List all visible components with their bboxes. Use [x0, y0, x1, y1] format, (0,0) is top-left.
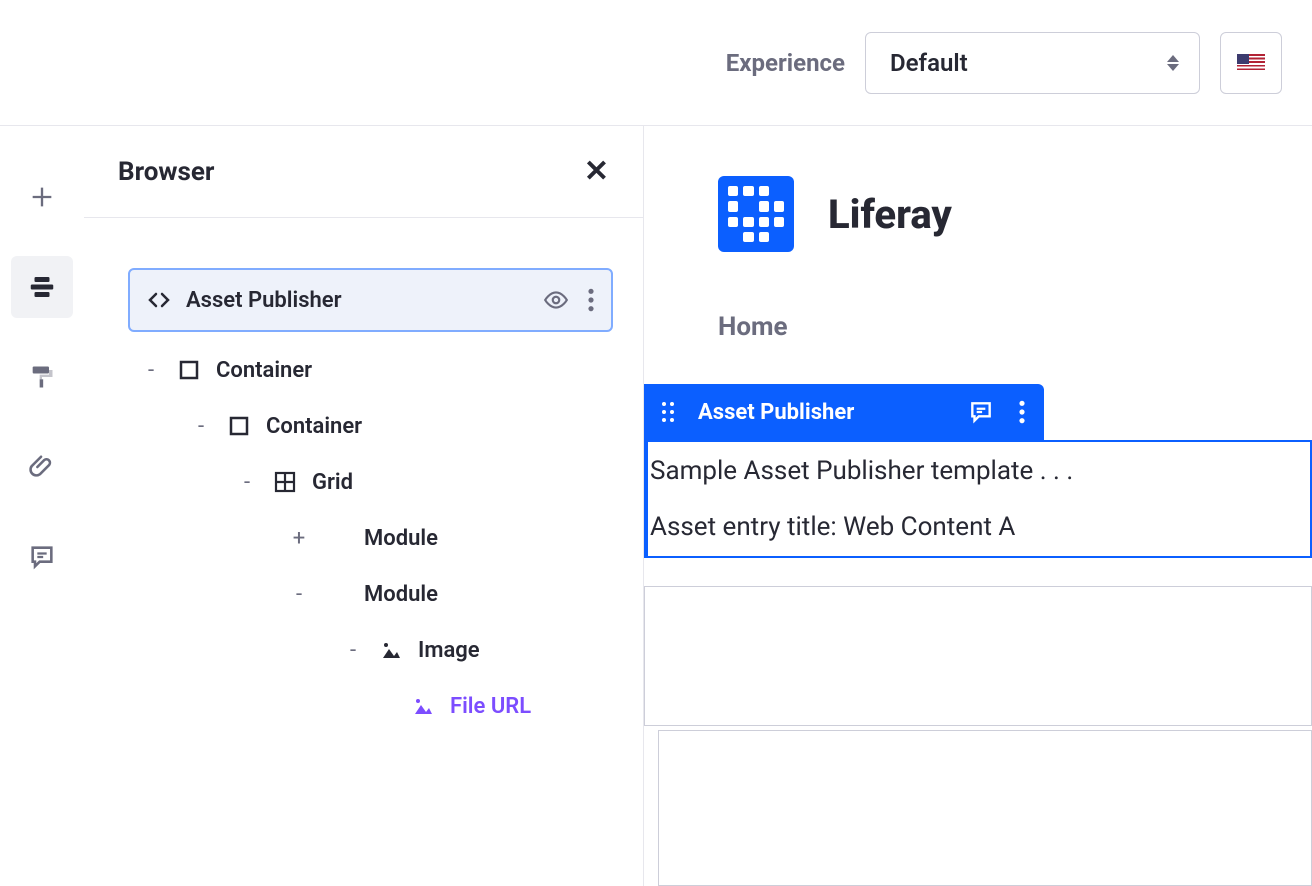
tree-label: Container [266, 414, 601, 439]
tree-item-module-1[interactable]: + Module [276, 510, 613, 566]
tree-label: Asset Publisher [186, 288, 529, 313]
collapse-toggle[interactable]: - [288, 582, 310, 607]
collapse-toggle[interactable]: - [190, 414, 212, 439]
tree-label: Container [216, 358, 601, 383]
eye-icon[interactable] [543, 287, 569, 313]
square-icon [176, 358, 202, 382]
tree-label: File URL [450, 694, 601, 719]
widget-toolbar: Asset Publisher [644, 384, 1044, 440]
experience-label: Experience [726, 49, 845, 77]
page-canvas: Liferay Home Asset Publisher Sample Asse… [644, 126, 1312, 886]
expand-toggle[interactable]: + [288, 526, 310, 551]
rail-comments[interactable] [11, 526, 73, 588]
brand-name: Liferay [828, 191, 952, 238]
tree-label: Grid [312, 470, 601, 495]
us-flag-icon [1237, 54, 1265, 72]
image-icon [378, 638, 404, 662]
widget-comment-icon[interactable] [968, 399, 994, 425]
main-area: Browser ✕ Asset Publisher - Container [0, 126, 1312, 886]
grid-icon [272, 470, 298, 494]
structure-tree: Asset Publisher - Container - Container … [84, 218, 643, 734]
rail-add[interactable] [11, 166, 73, 228]
tree-item-module-2[interactable]: - Module [276, 566, 613, 622]
image-link-icon [410, 694, 436, 718]
widget-title: Asset Publisher [698, 400, 944, 425]
browser-title: Browser [118, 157, 214, 187]
paperclip-icon [28, 453, 56, 481]
comment-icon [28, 543, 56, 571]
code-icon [146, 288, 172, 312]
paint-roller-icon [28, 363, 56, 391]
widget-template-text: Sample Asset Publisher template . . . [650, 456, 1308, 486]
tree-item-container-2[interactable]: - Container [178, 398, 613, 454]
brand-row: Liferay [718, 176, 1312, 252]
tree-label: Module [364, 526, 601, 551]
widget-kebab-icon[interactable] [1018, 399, 1026, 425]
rail-attachments[interactable] [11, 436, 73, 498]
left-rail [0, 126, 84, 886]
widget-body[interactable]: Sample Asset Publisher template . . . As… [644, 440, 1312, 558]
square-icon [226, 414, 252, 438]
close-icon[interactable]: ✕ [584, 154, 609, 189]
rail-browser[interactable] [11, 256, 73, 318]
plus-icon [28, 183, 56, 211]
tree-label: Image [418, 638, 601, 663]
tree-item-grid[interactable]: - Grid [224, 454, 613, 510]
select-chevrons-icon [1167, 55, 1179, 71]
tree-item-image[interactable]: - Image [330, 622, 613, 678]
top-bar: Experience Default [0, 0, 1312, 126]
collapse-toggle[interactable]: - [140, 358, 162, 383]
drag-handle-icon[interactable] [662, 402, 674, 422]
tree-label: Module [364, 582, 601, 607]
browser-header: Browser ✕ [84, 126, 643, 218]
tree-item-file-url[interactable]: File URL [398, 678, 613, 734]
collapse-toggle[interactable]: - [236, 470, 258, 495]
browser-icon [27, 272, 57, 302]
widget-entry-text: Asset entry title: Web Content A [650, 512, 1308, 542]
rail-design[interactable] [11, 346, 73, 408]
browser-panel: Browser ✕ Asset Publisher - Container [84, 126, 644, 886]
collapse-toggle[interactable]: - [342, 638, 364, 663]
experience-select[interactable]: Default [865, 32, 1200, 94]
layout-frame-inner[interactable] [658, 730, 1312, 886]
locale-button[interactable] [1220, 32, 1282, 94]
tree-item-container-1[interactable]: - Container [128, 342, 613, 398]
experience-value: Default [890, 49, 968, 77]
nav-home[interactable]: Home [718, 312, 1312, 342]
layout-frame-outer[interactable] [644, 586, 1312, 726]
kebab-icon[interactable] [587, 287, 595, 313]
liferay-logo-icon [718, 176, 794, 252]
tree-item-asset-publisher[interactable]: Asset Publisher [128, 268, 613, 332]
